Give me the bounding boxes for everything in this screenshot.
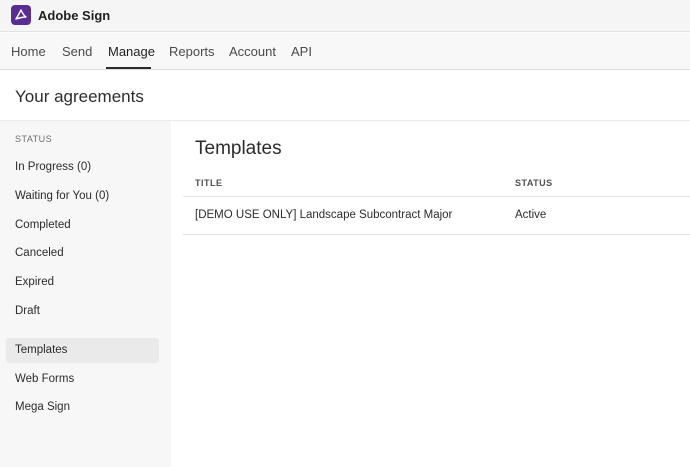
main-panel: Templates TITLE STATUS [DEMO USE ONLY] L… xyxy=(171,121,690,467)
status-cell: Active xyxy=(515,209,547,221)
table-row[interactable]: [DEMO USE ONLY] Landscape Subcontract Ma… xyxy=(183,197,690,235)
top-bar: Adobe Sign xyxy=(0,0,690,32)
adobe-sign-logo-icon[interactable] xyxy=(11,5,31,25)
tab-manage[interactable]: Manage xyxy=(108,44,155,59)
sidebar-item-expired[interactable]: Expired xyxy=(6,270,159,295)
app-title: Adobe Sign xyxy=(38,8,111,23)
tab-send[interactable]: Send xyxy=(62,44,92,59)
page-header: Your agreements xyxy=(0,70,690,121)
sidebar-item-draft[interactable]: Draft xyxy=(6,299,159,324)
tab-api[interactable]: API xyxy=(291,44,312,59)
column-header-status[interactable]: STATUS xyxy=(515,178,553,188)
sidebar-item-completed[interactable]: Completed xyxy=(6,213,159,238)
tab-reports[interactable]: Reports xyxy=(169,44,215,59)
sidebar-item-mega-sign[interactable]: Mega Sign xyxy=(6,395,159,420)
tab-account[interactable]: Account xyxy=(229,44,276,59)
sidebar-heading: STATUS xyxy=(15,134,53,144)
main-nav: Home Send Manage Reports Account API xyxy=(0,33,690,70)
sidebar-item-web-forms[interactable]: Web Forms xyxy=(6,367,159,392)
sidebar-item-canceled[interactable]: Canceled xyxy=(6,241,159,266)
sidebar-item-templates[interactable]: Templates xyxy=(6,338,159,363)
sidebar-item-in-progress[interactable]: In Progress (0) xyxy=(6,155,159,180)
sidebar-item-waiting-for-you[interactable]: Waiting for You (0) xyxy=(6,184,159,209)
column-header-title[interactable]: TITLE xyxy=(195,178,223,188)
section-title: Templates xyxy=(195,138,282,159)
page-title: Your agreements xyxy=(15,87,144,106)
template-title-cell[interactable]: [DEMO USE ONLY] Landscape Subcontract Ma… xyxy=(195,209,452,221)
tab-home[interactable]: Home xyxy=(11,44,46,59)
active-tab-indicator xyxy=(106,67,151,69)
status-sidebar: STATUS In Progress (0) Waiting for You (… xyxy=(0,121,171,467)
